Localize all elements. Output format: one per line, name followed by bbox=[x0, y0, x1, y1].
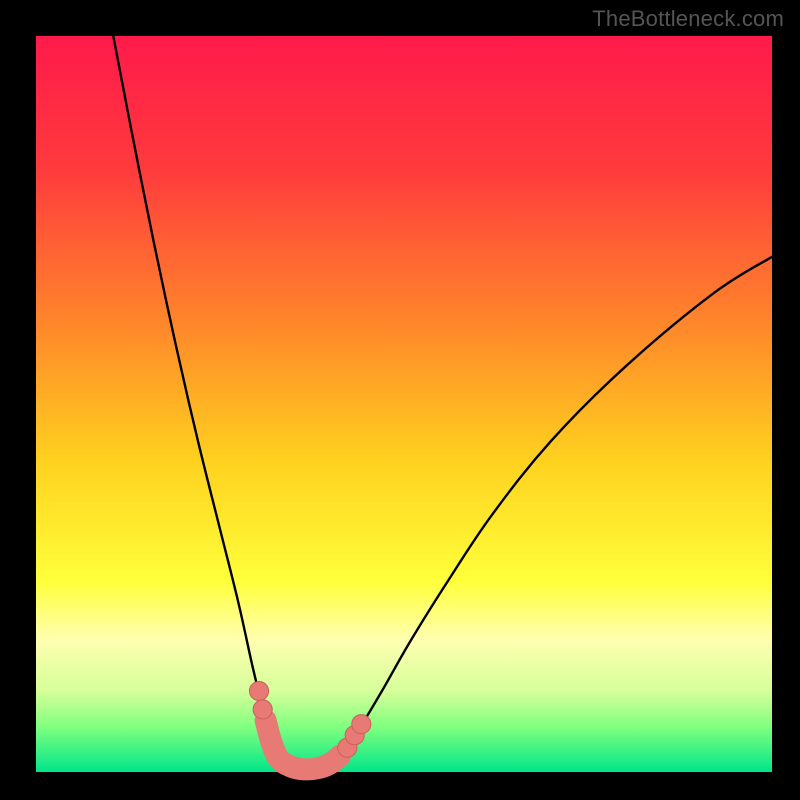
watermark-label: TheBottleneck.com bbox=[592, 6, 784, 32]
plot-background bbox=[36, 36, 772, 772]
chart-frame: TheBottleneck.com bbox=[0, 0, 800, 800]
bottleneck-chart bbox=[0, 0, 800, 800]
data-marker bbox=[253, 700, 272, 719]
data-marker bbox=[352, 715, 371, 734]
data-marker bbox=[249, 681, 268, 700]
